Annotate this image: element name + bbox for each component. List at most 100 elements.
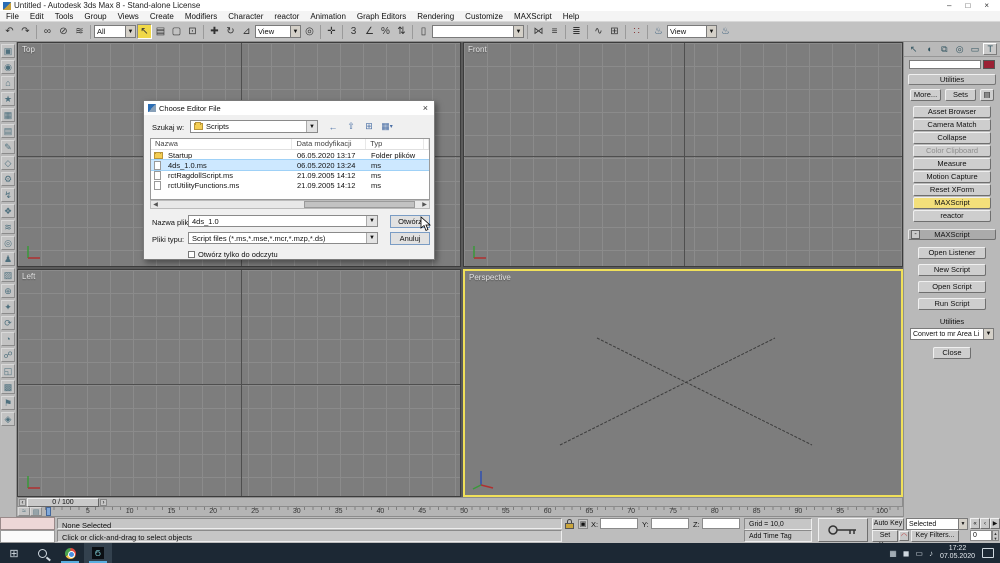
maximize-button[interactable]: □: [965, 1, 970, 10]
reactor-toolbar-icon[interactable]: ◎: [1, 236, 15, 250]
column-header-name[interactable]: Nazwa: [151, 139, 292, 149]
maxscript-mini-listener[interactable]: [0, 517, 55, 530]
chevron-down-icon[interactable]: ▼: [125, 26, 135, 37]
window-crossing-icon[interactable]: ⊡: [185, 24, 200, 39]
taskbar-3dsmax[interactable]: Ϭ: [84, 543, 112, 563]
utility-button[interactable]: Collapse: [913, 132, 991, 144]
tray-icon[interactable]: ▦: [889, 549, 897, 558]
close-button[interactable]: ×: [984, 1, 989, 10]
use-pivot-center-icon[interactable]: ◎: [302, 24, 317, 39]
maxscript-action-button[interactable]: New Script: [918, 264, 986, 276]
layer-manager-icon[interactable]: ≣: [569, 24, 584, 39]
maxscript-action-button[interactable]: Open Script: [918, 281, 986, 293]
utility-button[interactable]: reactor: [913, 210, 991, 222]
angle-snap-icon[interactable]: ∠: [362, 24, 377, 39]
previous-frame-icon[interactable]: ‹: [19, 499, 26, 506]
selection-filter-dropdown[interactable]: All ▼: [94, 25, 136, 38]
viewport-label-left[interactable]: Left: [22, 272, 35, 281]
menu-item[interactable]: Graph Editors: [357, 12, 406, 21]
checkbox-icon[interactable]: [188, 251, 195, 258]
scroll-left-icon[interactable]: ◀: [151, 201, 160, 208]
auto-key-button[interactable]: Auto Key: [872, 518, 904, 530]
track-bar[interactable]: ≈▤ 5101520253035404550556065707580859095…: [17, 507, 903, 517]
utility-button[interactable]: Color Clipboard: [913, 145, 991, 157]
select-and-move-icon[interactable]: ✚: [207, 24, 222, 39]
menu-item[interactable]: Animation: [310, 12, 346, 21]
search-button[interactable]: [28, 543, 56, 563]
horizontal-scrollbar[interactable]: ◀ ▶: [150, 200, 430, 209]
file-type-dropdown[interactable]: Script files (*.ms,*.mse,*.mcr,*.mzp,*.d…: [188, 232, 378, 244]
utility-button[interactable]: Reset XForm: [913, 184, 991, 196]
render-scene-icon[interactable]: ♨: [651, 24, 666, 39]
set-keys-button[interactable]: [818, 518, 868, 542]
reactor-toolbar-icon[interactable]: ◔: [1, 332, 15, 346]
reactor-toolbar-icon[interactable]: ♟: [1, 252, 15, 266]
file-row[interactable]: rctRagdollScript.ms 21.09.2005 14:12 ms: [151, 170, 429, 180]
file-row[interactable]: 4ds_1.0.ms 06.05.2020 13:24 ms: [151, 160, 429, 170]
playback-button[interactable]: «: [970, 518, 980, 529]
chevron-down-icon[interactable]: ▼: [366, 216, 377, 226]
column-header-type[interactable]: Typ: [366, 139, 424, 149]
chevron-down-icon[interactable]: ▼: [958, 519, 967, 529]
scrollbar-thumb[interactable]: [304, 201, 415, 208]
menu-item[interactable]: Group: [84, 12, 106, 21]
command-panel-tab-icon[interactable]: ↖: [907, 43, 921, 55]
maxscript-action-button[interactable]: Run Script: [918, 298, 986, 310]
command-panel-tab-icon[interactable]: T: [983, 43, 997, 55]
redo-icon[interactable]: ↷: [18, 24, 33, 39]
utilities-config-icon[interactable]: ▤: [980, 89, 994, 101]
maxscript-mini-script[interactable]: [0, 530, 55, 543]
start-button[interactable]: ⊞: [0, 543, 28, 563]
viewport-left[interactable]: Left: [17, 269, 461, 497]
current-frame-marker[interactable]: [46, 507, 51, 516]
up-one-level-icon[interactable]: ⇧: [344, 120, 358, 133]
edit-named-selections-icon[interactable]: ▯: [416, 24, 431, 39]
menu-item[interactable]: reactor: [274, 12, 299, 21]
action-center-icon[interactable]: [982, 548, 994, 558]
maxscript-rollout-header[interactable]: - MAXScript: [908, 229, 996, 240]
z-coordinate-field[interactable]: [702, 518, 740, 529]
reactor-toolbar-icon[interactable]: ⚑: [1, 396, 15, 410]
frame-spinner[interactable]: ▲▼: [992, 530, 999, 541]
maxscript-action-button[interactable]: Open Listener: [918, 247, 986, 259]
viewport-perspective[interactable]: Perspective: [463, 269, 903, 497]
menu-item[interactable]: Tools: [55, 12, 74, 21]
utility-button[interactable]: Asset Browser: [913, 106, 991, 118]
object-color-swatch[interactable]: [983, 60, 995, 69]
cancel-button[interactable]: Anuluj: [390, 232, 430, 245]
menu-item[interactable]: Edit: [30, 12, 44, 21]
menu-item[interactable]: Help: [563, 12, 579, 21]
menu-item[interactable]: Views: [118, 12, 139, 21]
view-menu-icon[interactable]: ▦▾: [380, 120, 394, 133]
menu-item[interactable]: Modifiers: [185, 12, 217, 21]
schematic-view-icon[interactable]: ⊞: [607, 24, 622, 39]
reactor-toolbar-icon[interactable]: ▦: [1, 108, 15, 122]
readonly-checkbox[interactable]: Otwórz tylko do odczytu: [188, 250, 278, 259]
set-key-button[interactable]: Set Key: [872, 530, 898, 542]
chevron-down-icon[interactable]: ▼: [290, 26, 300, 37]
utility-button[interactable]: Camera Match: [913, 119, 991, 131]
command-panel-tab-icon[interactable]: ◖: [922, 43, 936, 55]
default-in-out-tangents-icon[interactable]: ◠: [899, 531, 909, 541]
back-icon[interactable]: ←: [326, 120, 340, 133]
percent-snap-icon[interactable]: %: [378, 24, 393, 39]
menu-item[interactable]: Rendering: [417, 12, 454, 21]
dialog-title-bar[interactable]: Choose Editor File ×: [144, 101, 434, 115]
viewport-label-perspective[interactable]: Perspective: [469, 273, 511, 282]
reactor-toolbar-icon[interactable]: ◈: [1, 412, 15, 426]
utility-button[interactable]: Motion Capture: [913, 171, 991, 183]
menu-item[interactable]: Create: [150, 12, 174, 21]
reactor-toolbar-icon[interactable]: ▨: [1, 268, 15, 282]
viewport-label-front[interactable]: Front: [468, 45, 487, 54]
reactor-toolbar-icon[interactable]: ⚙: [1, 172, 15, 186]
taskbar-chrome[interactable]: [56, 543, 84, 563]
playback-button[interactable]: ‹: [980, 518, 990, 529]
object-name-field[interactable]: [909, 60, 981, 69]
menu-item[interactable]: File: [6, 12, 19, 21]
chevron-down-icon[interactable]: ▼: [706, 26, 716, 37]
time-slider-handle[interactable]: 0 / 100: [27, 498, 99, 507]
more-button[interactable]: More...: [910, 89, 941, 101]
select-and-link-icon[interactable]: ∞: [40, 24, 55, 39]
reference-coordinate-dropdown[interactable]: View ▼: [255, 25, 301, 38]
reactor-toolbar-icon[interactable]: ⌂: [1, 76, 15, 90]
